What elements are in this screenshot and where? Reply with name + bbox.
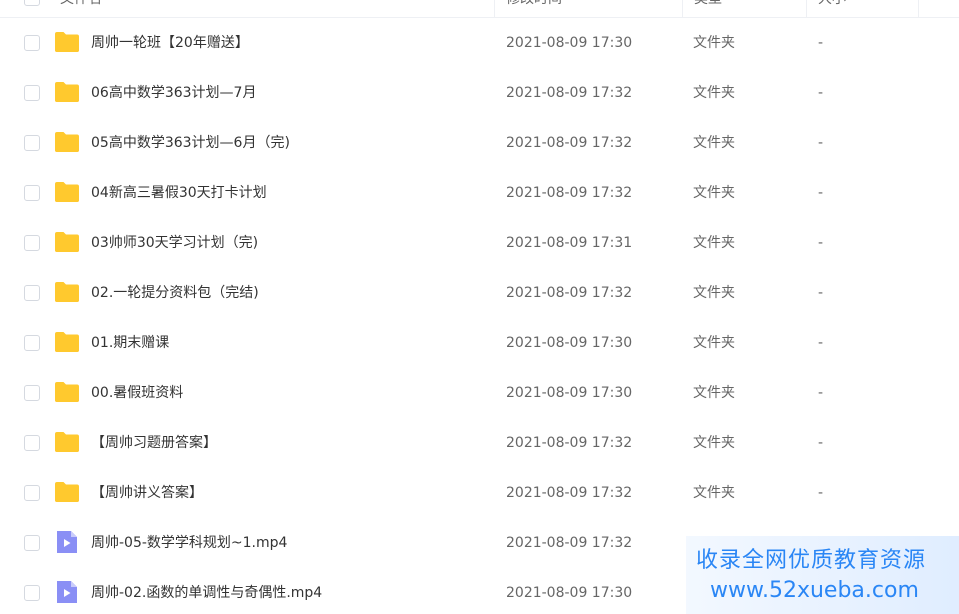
row-checkbox[interactable]	[24, 85, 40, 101]
file-size: -	[818, 135, 824, 151]
file-size: -	[818, 185, 824, 201]
file-type: 文件夹	[693, 435, 735, 451]
file-type: 文件夹	[693, 485, 735, 501]
file-modified-time: 2021-08-09 17:32	[506, 485, 633, 501]
file-name[interactable]: 02.一轮提分资料包（完结)	[91, 268, 259, 318]
folder-icon	[54, 281, 80, 303]
file-type: 文件夹	[693, 185, 735, 201]
file-modified-time: 2021-08-09 17:31	[506, 235, 633, 251]
file-modified-time: 2021-08-09 17:32	[506, 285, 633, 301]
file-name[interactable]: 06高中数学363计划—7月	[91, 68, 256, 118]
file-size: -	[818, 335, 824, 351]
watermark-slogan: 收录全网优质教育资源	[696, 548, 927, 573]
file-row[interactable]: 周帅一轮班【20年赠送】 2021-08-09 17:30 文件夹 -	[0, 18, 959, 68]
file-name[interactable]: 周帅一轮班【20年赠送】	[91, 18, 249, 68]
file-size: -	[818, 35, 824, 51]
row-checkbox[interactable]	[24, 485, 40, 501]
file-row[interactable]: 02.一轮提分资料包（完结) 2021-08-09 17:32 文件夹 -	[0, 268, 959, 318]
column-divider	[806, 0, 807, 18]
file-row[interactable]: 【周帅习题册答案】 2021-08-09 17:32 文件夹 -	[0, 418, 959, 468]
row-checkbox[interactable]	[24, 235, 40, 251]
folder-icon	[54, 381, 80, 403]
file-modified-time: 2021-08-09 17:32	[506, 135, 633, 151]
file-name[interactable]: 04新高三暑假30天打卡计划	[91, 168, 267, 218]
file-modified-time: 2021-08-09 17:32	[506, 85, 633, 101]
folder-icon	[54, 331, 80, 353]
column-header-time[interactable]: 修改时间	[506, 0, 562, 18]
column-header-size[interactable]: 大小	[818, 0, 846, 18]
row-checkbox[interactable]	[24, 35, 40, 51]
select-all-checkbox[interactable]	[24, 0, 40, 6]
file-modified-time: 2021-08-09 17:30	[506, 35, 633, 51]
file-modified-time: 2021-08-09 17:30	[506, 335, 633, 351]
row-checkbox[interactable]	[24, 185, 40, 201]
video-file-icon	[54, 531, 80, 553]
file-size: -	[818, 285, 824, 301]
column-divider	[494, 0, 495, 18]
file-type: 文件夹	[693, 235, 735, 251]
file-type: 文件夹	[693, 135, 735, 151]
folder-icon	[54, 131, 80, 153]
file-modified-time: 2021-08-09 17:32	[506, 535, 633, 551]
file-type: 文件夹	[693, 285, 735, 301]
file-type: 文件夹	[693, 85, 735, 101]
watermark: 收录全网优质教育资源 www.52xueba.com	[686, 536, 959, 614]
file-type: 文件夹	[693, 335, 735, 351]
file-name[interactable]: 00.暑假班资料	[91, 368, 183, 418]
row-checkbox[interactable]	[24, 385, 40, 401]
file-name[interactable]: 【周帅习题册答案】	[91, 418, 217, 468]
video-file-icon	[54, 581, 80, 603]
file-type: 文件夹	[693, 385, 735, 401]
row-checkbox[interactable]	[24, 535, 40, 551]
column-divider	[682, 0, 683, 18]
row-checkbox[interactable]	[24, 435, 40, 451]
file-type: 文件夹	[693, 35, 735, 51]
column-header-type[interactable]: 类型	[694, 0, 722, 18]
folder-icon	[54, 431, 80, 453]
file-modified-time: 2021-08-09 17:32	[506, 185, 633, 201]
folder-icon	[54, 231, 80, 253]
file-name[interactable]: 05高中数学363计划—6月（完)	[91, 118, 290, 168]
file-size: -	[818, 235, 824, 251]
file-size: -	[818, 85, 824, 101]
file-row[interactable]: 【周帅讲义答案】 2021-08-09 17:32 文件夹 -	[0, 468, 959, 518]
file-row[interactable]: 03帅师30天学习计划（完) 2021-08-09 17:31 文件夹 -	[0, 218, 959, 268]
file-row[interactable]: 04新高三暑假30天打卡计划 2021-08-09 17:32 文件夹 -	[0, 168, 959, 218]
file-list: 周帅一轮班【20年赠送】 2021-08-09 17:30 文件夹 -06高中数学36…	[0, 18, 959, 614]
folder-icon	[54, 481, 80, 503]
file-size: -	[818, 385, 824, 401]
file-name[interactable]: 03帅师30天学习计划（完)	[91, 218, 258, 268]
file-name[interactable]: 01.期末赠课	[91, 318, 169, 368]
file-size: -	[818, 485, 824, 501]
file-modified-time: 2021-08-09 17:32	[506, 435, 633, 451]
file-name[interactable]: 周帅-02.函数的单调性与奇偶性.mp4	[91, 568, 322, 614]
file-row[interactable]: 05高中数学363计划—6月（完) 2021-08-09 17:32 文件夹 -	[0, 118, 959, 168]
column-settings-button[interactable]	[918, 0, 959, 18]
file-modified-time: 2021-08-09 17:30	[506, 385, 633, 401]
folder-icon	[54, 31, 80, 53]
file-size: -	[818, 435, 824, 451]
watermark-url: www.52xueba.com	[710, 578, 919, 603]
row-checkbox[interactable]	[24, 585, 40, 601]
row-checkbox[interactable]	[24, 335, 40, 351]
file-row[interactable]: 00.暑假班资料 2021-08-09 17:30 文件夹 -	[0, 368, 959, 418]
file-modified-time: 2021-08-09 17:30	[506, 585, 633, 601]
folder-icon	[54, 81, 80, 103]
file-row[interactable]: 06高中数学363计划—7月 2021-08-09 17:32 文件夹 -	[0, 68, 959, 118]
file-list-header: 文件名 修改时间 类型 大小	[0, 0, 959, 18]
file-name[interactable]: 【周帅讲义答案】	[91, 468, 203, 518]
column-header-name[interactable]: 文件名	[60, 0, 102, 18]
row-checkbox[interactable]	[24, 135, 40, 151]
file-row[interactable]: 01.期末赠课 2021-08-09 17:30 文件夹 -	[0, 318, 959, 368]
row-checkbox[interactable]	[24, 285, 40, 301]
folder-icon	[54, 181, 80, 203]
file-name[interactable]: 周帅-05-数学学科规划~1.mp4	[91, 518, 287, 568]
